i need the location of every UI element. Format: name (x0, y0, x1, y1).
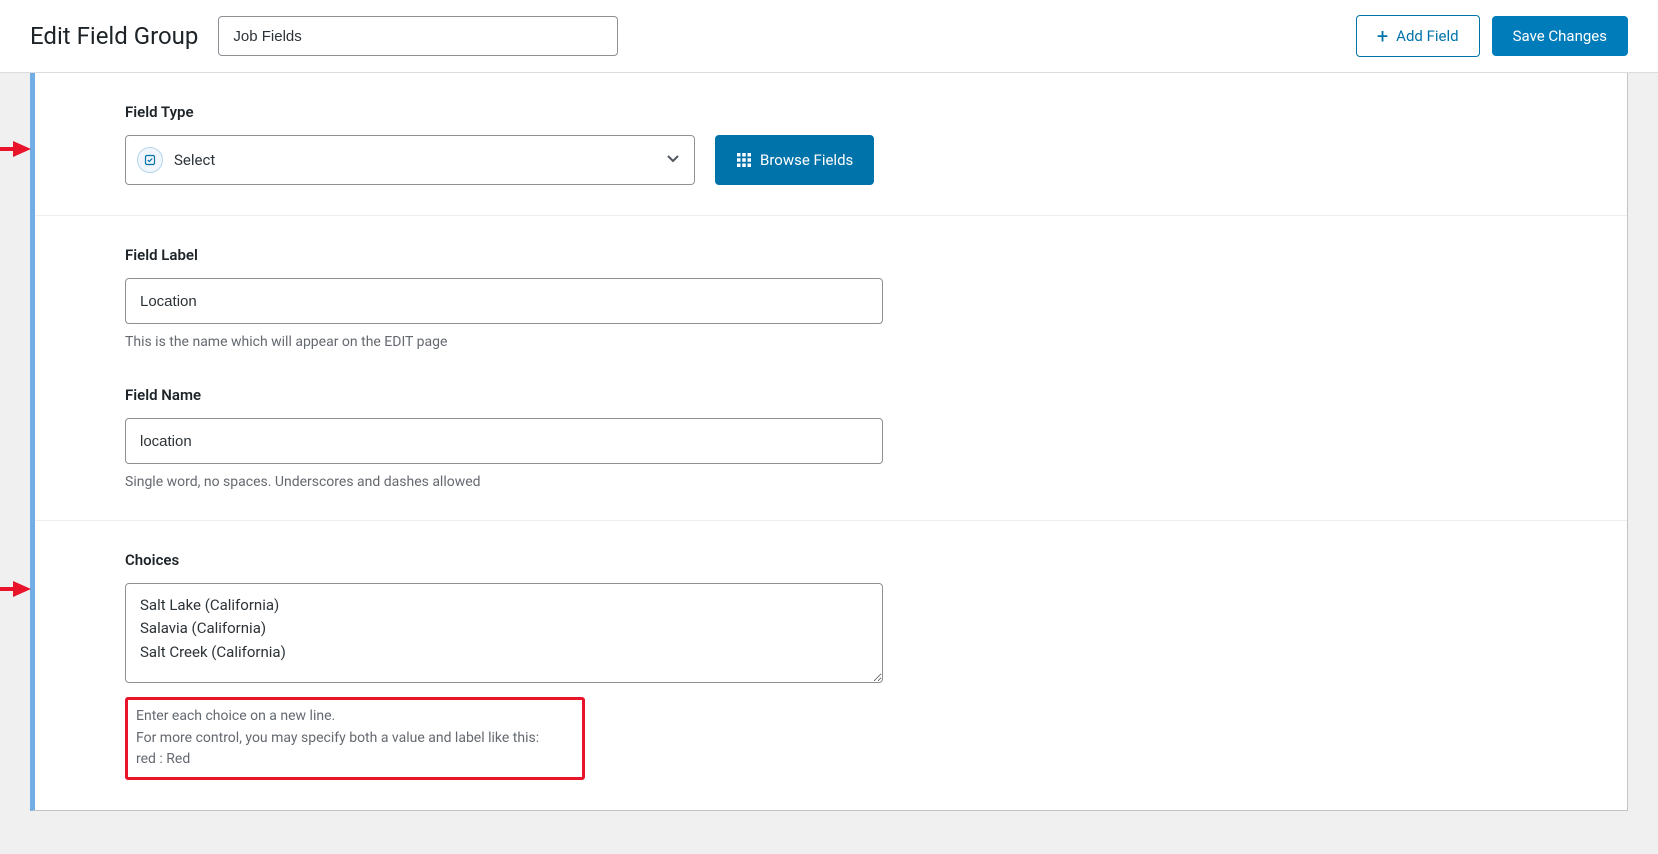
choices-help-line1: Enter each choice on a new line. (136, 706, 574, 728)
choices-section: Choices Enter each choice on a new line.… (35, 521, 1627, 810)
field-type-row: Select (125, 135, 1537, 185)
add-field-label: Add Field (1396, 27, 1458, 45)
select-type-icon (137, 147, 163, 173)
page-title: Edit Field Group (30, 22, 198, 50)
field-label-section: Field Label This is the name which will … (35, 216, 1627, 521)
choices-label: Choices (125, 551, 1537, 569)
field-name-label: Field Name (125, 386, 1537, 404)
field-label-help: This is the name which will appear on th… (125, 334, 1537, 350)
choices-help-box: Enter each choice on a new line. For mor… (125, 697, 585, 780)
add-field-button[interactable]: + Add Field (1356, 15, 1480, 57)
header-left: Edit Field Group (30, 16, 618, 56)
field-type-select[interactable]: Select (125, 135, 695, 185)
choices-textarea[interactable] (125, 583, 883, 683)
field-type-select-wrapper: Select (125, 135, 695, 185)
save-changes-button[interactable]: Save Changes (1492, 16, 1628, 56)
page-header: Edit Field Group + Add Field Save Change… (0, 0, 1658, 73)
choices-help-line2: For more control, you may specify both a… (136, 728, 574, 750)
field-type-label: Field Type (125, 103, 1537, 121)
arrow-annotation-icon (0, 577, 31, 601)
arrow-annotation-icon (0, 137, 31, 161)
content-wrapper: Field Type Select (0, 73, 1658, 811)
choices-help-line3: red : Red (136, 749, 574, 771)
field-label-input[interactable] (125, 278, 883, 324)
group-name-input[interactable] (218, 16, 618, 56)
grid-icon (736, 152, 752, 168)
field-name-help: Single word, no spaces. Underscores and … (125, 474, 1537, 490)
field-name-input[interactable] (125, 418, 883, 464)
field-label-label: Field Label (125, 246, 1537, 264)
plus-icon: + (1377, 26, 1388, 46)
browse-fields-button[interactable]: Browse Fields (715, 135, 874, 185)
header-right: + Add Field Save Changes (1356, 15, 1628, 57)
field-type-section: Field Type Select (35, 73, 1627, 216)
field-panel: Field Type Select (30, 73, 1628, 811)
browse-fields-label: Browse Fields (760, 151, 853, 169)
